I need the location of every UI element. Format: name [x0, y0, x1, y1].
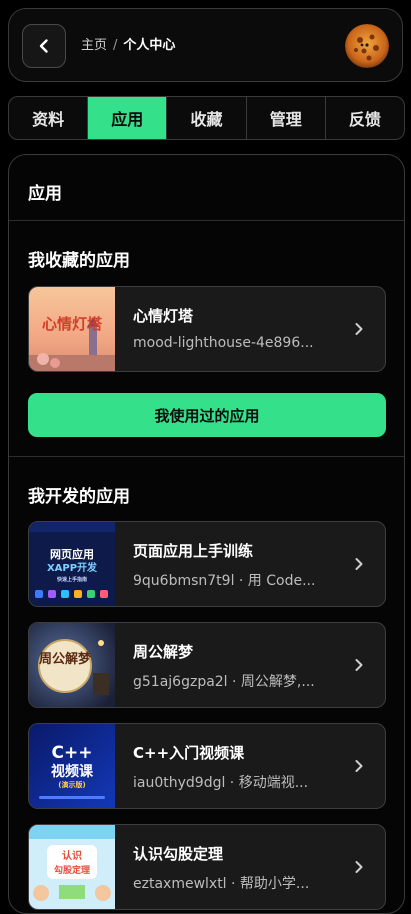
svg-text:快速上手指南: 快速上手指南 — [56, 576, 87, 583]
developed-app-card[interactable]: C++ 视频课 (演示版) C++入门视频课 iau0thyd9dgl · 移动… — [28, 723, 386, 809]
app-name: 页面应用上手训练 — [133, 542, 254, 560]
tab-feedback[interactable]: 反馈 — [326, 97, 404, 139]
svg-text:认识: 认识 — [62, 849, 82, 862]
svg-text:网页应用: 网页应用 — [50, 547, 94, 561]
breadcrumb-current: 个人中心 — [123, 38, 176, 53]
app-thumbnail: C++ 视频课 (演示版) — [29, 724, 115, 808]
tab-apps[interactable]: 应用 — [88, 97, 168, 139]
app-subtitle: mood-lighthouse-4e896... — [133, 335, 314, 351]
chevron-right-icon — [355, 323, 363, 335]
favorite-app-card[interactable]: 心情灯塔 心情灯塔 mood-lighthouse-4e896... — [28, 286, 386, 372]
profile-tabs: 资料 应用 收藏 管理 反馈 — [8, 96, 405, 140]
app-name: 周公解梦 — [133, 643, 194, 661]
breadcrumb: 主页 / 个人中心 — [81, 37, 175, 55]
back-button[interactable] — [22, 24, 66, 68]
divider — [9, 456, 404, 457]
chevron-right-icon — [355, 861, 363, 873]
app-name: C++入门视频课 — [133, 744, 245, 762]
svg-text:心情灯塔: 心情灯塔 — [42, 315, 103, 333]
avatar[interactable] — [345, 24, 389, 68]
tab-profile[interactable]: 资料 — [9, 97, 89, 139]
svg-text:周公解梦: 周公解梦 — [39, 651, 92, 667]
developed-app-card[interactable]: 认识 勾股定理 认识勾股定理 eztaxmewlxtl · 帮助小学... — [28, 824, 386, 910]
chevron-right-icon — [355, 659, 363, 671]
favorites-section-title: 我收藏的应用 — [28, 251, 130, 271]
chevron-right-icon — [355, 760, 363, 772]
used-apps-button[interactable]: 我使用过的应用 — [28, 393, 386, 437]
svg-text:勾股定理: 勾股定理 — [54, 864, 90, 876]
app-name: 心情灯塔 — [133, 307, 194, 325]
developed-app-card[interactable]: 网页应用 XAPP开发 快速上手指南 页面应用上手训练 9qu6bmsn7t9l… — [28, 521, 386, 607]
svg-text:视频课: 视频课 — [51, 763, 94, 780]
chevron-left-icon — [39, 39, 48, 53]
developed-app-card[interactable]: 周公解梦 周公解梦 g51aj6gzpa2l · 周公解梦,... — [28, 622, 386, 708]
tab-favorites[interactable]: 收藏 — [167, 97, 247, 139]
app-subtitle: iau0thyd9dgl · 移动端视... — [133, 775, 309, 791]
app-subtitle: g51aj6gzpa2l · 周公解梦,... — [133, 674, 315, 690]
apps-panel: 应用 我收藏的应用 心情灯塔 心情灯塔 mood-lighthouse-4e89… — [8, 154, 405, 914]
breadcrumb-home-link[interactable]: 主页 — [81, 37, 107, 55]
svg-text:XAPP开发: XAPP开发 — [47, 561, 98, 574]
top-header: 主页 / 个人中心 — [8, 8, 403, 82]
svg-text:C++: C++ — [52, 743, 93, 763]
app-name: 认识勾股定理 — [133, 845, 224, 863]
app-thumbnail: 认识 勾股定理 — [29, 825, 115, 909]
app-thumbnail: 周公解梦 — [29, 623, 115, 707]
developed-section-title: 我开发的应用 — [28, 487, 130, 507]
panel-title: 应用 — [28, 184, 62, 204]
divider — [9, 220, 404, 221]
app-subtitle: 9qu6bmsn7t9l · 用 Code... — [133, 573, 316, 589]
chevron-right-icon — [355, 558, 363, 570]
app-thumbnail: 心情灯塔 — [29, 287, 115, 371]
app-thumbnail: 网页应用 XAPP开发 快速上手指南 — [29, 522, 115, 606]
breadcrumb-separator: / — [113, 38, 118, 53]
tab-manage[interactable]: 管理 — [247, 97, 326, 139]
svg-text:(演示版): (演示版) — [58, 780, 85, 789]
app-subtitle: eztaxmewlxtl · 帮助小学... — [133, 876, 310, 892]
